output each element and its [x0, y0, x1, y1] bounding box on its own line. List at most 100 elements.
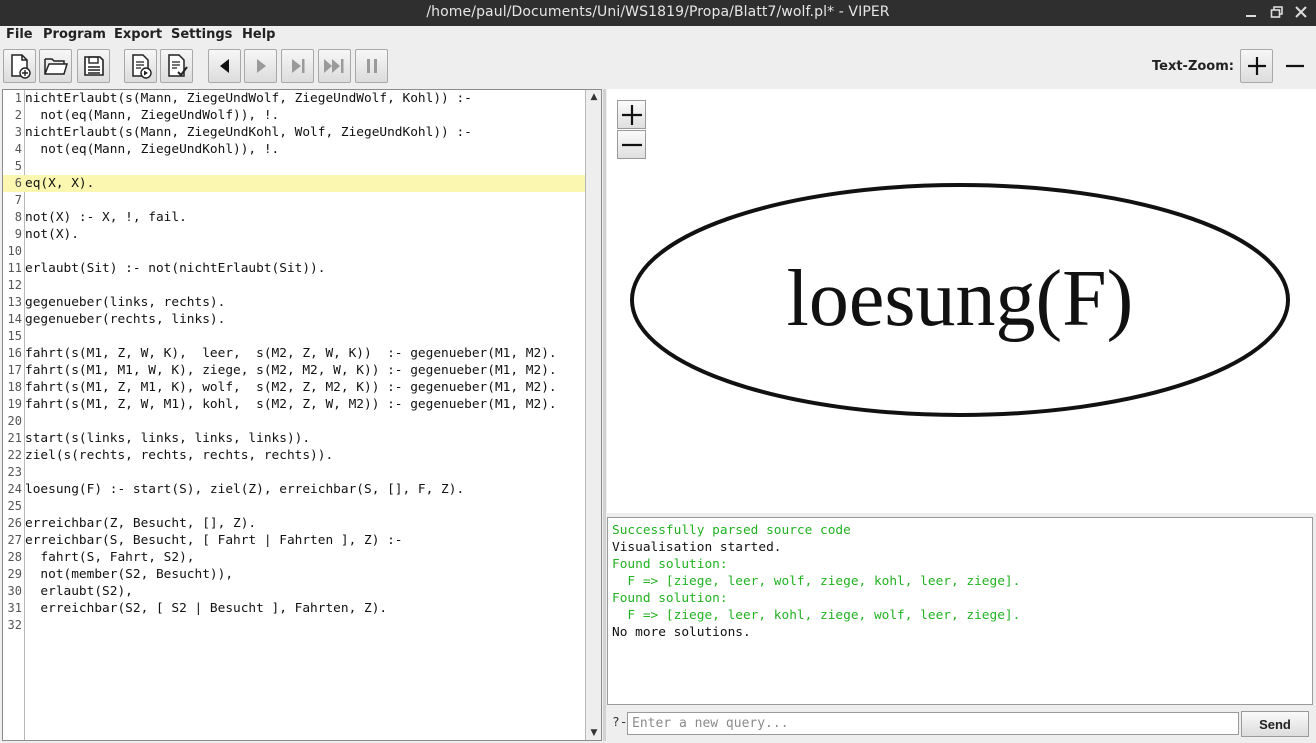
check-button[interactable]: [160, 49, 193, 83]
minimize-icon[interactable]: [1242, 3, 1260, 21]
line-number: 16: [7, 346, 22, 360]
code-line[interactable]: 9 not(X).: [3, 226, 585, 243]
code-text[interactable]: erreichbar(Z, Besucht, [], Z).: [25, 515, 256, 532]
console-line: Visualisation started.: [612, 540, 782, 555]
code-text[interactable]: not(X) :- X, !, fail.: [25, 209, 187, 226]
code-line[interactable]: 7: [3, 192, 585, 209]
maximize-icon[interactable]: [1268, 3, 1286, 21]
code-text[interactable]: not(eq(Mann, ZiegeUndKohl)), !.: [25, 141, 279, 158]
line-number: 15: [7, 329, 22, 343]
code-line[interactable]: 32: [3, 617, 585, 634]
query-input[interactable]: [627, 712, 1239, 735]
code-text[interactable]: fahrt(s(M1, Z, M1, K), wolf, s(M2, Z, M2…: [25, 379, 557, 396]
code-line[interactable]: 1 nichtErlaubt(s(Mann, ZiegeUndWolf, Zieg…: [3, 90, 585, 107]
code-line[interactable]: 16 fahrt(s(M1, Z, W, K), leer, s(M2, Z, W…: [3, 345, 585, 362]
graph-zoom-out-button[interactable]: [617, 130, 646, 159]
code-line[interactable]: 25: [3, 498, 585, 515]
code-line[interactable]: 14 gegenueber(rechts, links).: [3, 311, 585, 328]
code-editor[interactable]: 1 nichtErlaubt(s(Mann, ZiegeUndWolf, Zieg…: [2, 89, 602, 741]
code-text[interactable]: erreichbar(S2, [ S2 | Besucht ], Fahrten…: [25, 600, 387, 617]
code-line[interactable]: 18 fahrt(s(M1, Z, M1, K), wolf, s(M2, Z, …: [3, 379, 585, 396]
code-line[interactable]: 29 not(member(S2, Besucht)),: [3, 566, 585, 583]
code-line[interactable]: 4 not(eq(Mann, ZiegeUndKohl)), !.: [3, 141, 585, 158]
text-zoom-in-button[interactable]: [1240, 49, 1273, 83]
code-line[interactable]: 23: [3, 464, 585, 481]
code-text[interactable]: loesung(F) :- start(S), ziel(Z), erreich…: [25, 481, 464, 498]
code-text[interactable]: eq(X, X).: [25, 175, 94, 192]
line-number: 11: [7, 261, 22, 275]
code-line[interactable]: 24 loesung(F) :- start(S), ziel(Z), errei…: [3, 481, 585, 498]
code-line[interactable]: 3 nichtErlaubt(s(Mann, ZiegeUndKohl, Wolf…: [3, 124, 585, 141]
editor-scrollbar[interactable]: ▲ ▼: [585, 90, 601, 740]
graph-zoom-in-button[interactable]: [617, 100, 646, 129]
menu-settings[interactable]: Settings: [171, 27, 232, 42]
code-text[interactable]: erreichbar(S, Besucht, [ Fahrt | Fahrten…: [25, 532, 403, 549]
code-text[interactable]: gegenueber(links, rechts).: [25, 294, 225, 311]
new-file-button[interactable]: [3, 49, 36, 83]
code-line[interactable]: 8 not(X) :- X, !, fail.: [3, 209, 585, 226]
code-line[interactable]: 22 ziel(s(rechts, rechts, rechts, rechts)…: [3, 447, 585, 464]
code-line[interactable]: 27 erreichbar(S, Besucht, [ Fahrt | Fahrt…: [3, 532, 585, 549]
line-number: 17: [7, 363, 22, 377]
open-file-button[interactable]: [39, 49, 72, 83]
pause-icon: [366, 59, 377, 73]
code-line[interactable]: 15: [3, 328, 585, 345]
split-pane-divider[interactable]: [603, 89, 606, 741]
close-icon[interactable]: [1292, 3, 1310, 21]
code-text[interactable]: not(member(S2, Besucht)),: [25, 566, 233, 583]
code-text[interactable]: fahrt(S, Fahrt, S2),: [25, 549, 194, 566]
code-line[interactable]: 30 erlaubt(S2),: [3, 583, 585, 600]
folder-open-icon: [43, 58, 68, 75]
play-button[interactable]: [244, 49, 277, 83]
line-number: 28: [7, 550, 22, 564]
line-number: 1: [14, 91, 22, 105]
menu-program[interactable]: Program: [43, 27, 106, 42]
visualisation-panel[interactable]: loesung(F): [607, 89, 1316, 513]
new-file-icon: [10, 54, 31, 79]
code-line[interactable]: 31 erreichbar(S2, [ S2 | Besucht ], Fahr…: [3, 600, 585, 617]
code-line[interactable]: 10: [3, 243, 585, 260]
code-line[interactable]: 20: [3, 413, 585, 430]
step-back-button[interactable]: [208, 49, 241, 83]
pause-button[interactable]: [355, 49, 388, 83]
text-zoom-out-button[interactable]: [1278, 49, 1311, 83]
line-number: 7: [14, 193, 22, 207]
save-file-button[interactable]: [77, 49, 110, 83]
export-button[interactable]: [124, 49, 157, 83]
code-line[interactable]: 13 gegenueber(links, rechts).: [3, 294, 585, 311]
code-text[interactable]: nichtErlaubt(s(Mann, ZiegeUndKohl, Wolf,…: [25, 124, 472, 141]
code-line[interactable]: 26 erreichbar(Z, Besucht, [], Z).: [3, 515, 585, 532]
menu-export[interactable]: Export: [114, 27, 162, 42]
code-line[interactable]: 28 fahrt(S, Fahrt, S2),: [3, 549, 585, 566]
code-text[interactable]: fahrt(s(M1, Z, W, K), leer, s(M2, Z, W, …: [25, 345, 557, 362]
code-text[interactable]: erlaubt(Sit) :- not(nichtErlaubt(Sit)).: [25, 260, 325, 277]
code-line[interactable]: 21 start(s(links, links, links, links)).: [3, 430, 585, 447]
code-line[interactable]: 19 fahrt(s(M1, Z, W, M1), kohl, s(M2, Z, …: [3, 396, 585, 413]
code-line[interactable]: 17 fahrt(s(M1, M1, W, K), ziege, s(M2, M2…: [3, 362, 585, 379]
line-number: 26: [7, 516, 22, 530]
code-text[interactable]: not(eq(Mann, ZiegeUndWolf)), !.: [25, 107, 279, 124]
code-line[interactable]: 5: [3, 158, 585, 175]
code-text[interactable]: not(X).: [25, 226, 79, 243]
code-text[interactable]: erlaubt(S2),: [25, 583, 132, 600]
code-text[interactable]: start(s(links, links, links, links)).: [25, 430, 310, 447]
send-button[interactable]: Send: [1241, 711, 1309, 737]
line-number: 9: [14, 227, 22, 241]
run-to-end-button[interactable]: [318, 49, 351, 83]
code-text[interactable]: fahrt(s(M1, M1, W, K), ziege, s(M2, M2, …: [25, 362, 557, 379]
code-text[interactable]: ziel(s(rechts, rechts, rechts, rechts)).: [25, 447, 333, 464]
scroll-up-icon[interactable]: ▲: [589, 92, 599, 102]
console-line: No more solutions.: [612, 625, 751, 640]
menu-file[interactable]: File: [6, 27, 33, 42]
step-button[interactable]: [281, 49, 314, 83]
code-text[interactable]: nichtErlaubt(s(Mann, ZiegeUndWolf, Ziege…: [25, 90, 472, 107]
menu-help[interactable]: Help: [242, 27, 275, 42]
code-text[interactable]: fahrt(s(M1, Z, W, M1), kohl, s(M2, Z, W,…: [25, 396, 557, 413]
code-line[interactable]: 12: [3, 277, 585, 294]
console-line: Found solution:: [612, 591, 728, 606]
code-text[interactable]: gegenueber(rechts, links).: [25, 311, 225, 328]
code-line[interactable]: 11 erlaubt(Sit) :- not(nichtErlaubt(Sit))…: [3, 260, 585, 277]
code-line[interactable]: 6 eq(X, X).: [3, 175, 585, 192]
code-line[interactable]: 2 not(eq(Mann, ZiegeUndWolf)), !.: [3, 107, 585, 124]
scroll-down-icon[interactable]: ▼: [589, 728, 599, 738]
